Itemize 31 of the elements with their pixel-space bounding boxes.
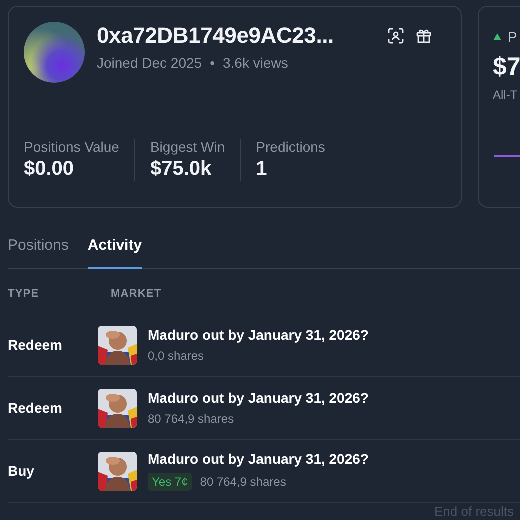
up-triangle-icon <box>493 33 502 41</box>
outcome-price: Yes 7¢ <box>148 473 192 491</box>
gift-icon[interactable] <box>416 28 432 44</box>
view-count: 3.6k views <box>222 55 288 71</box>
stat-value: $75.0k <box>150 158 213 181</box>
joined-date: Joined Dec 2025 <box>97 55 202 71</box>
pnl-value: $7 <box>493 53 520 82</box>
column-header: MARKET <box>111 288 163 300</box>
wallet-address: 0xa72DB1749e9AC23... <box>97 23 334 49</box>
pnl-sparkline <box>494 154 520 158</box>
stat-value: $0.00 <box>24 158 76 181</box>
stat-value: 1 <box>256 158 268 181</box>
share-count: 80 764,9 shares <box>200 475 286 489</box>
market-title[interactable]: Maduro out by January 31, 2026? <box>148 390 369 406</box>
stat-label: Biggest Win <box>150 139 226 155</box>
column-header: TYPE <box>8 288 40 300</box>
activity-type: Redeem <box>8 400 64 416</box>
share-count: 0,0 shares <box>148 349 204 363</box>
activity-type: Redeem <box>8 337 64 353</box>
pnl-title: P <box>508 29 518 45</box>
scan-face-icon[interactable] <box>388 28 404 44</box>
market-title[interactable]: Maduro out by January 31, 2026? <box>148 451 369 467</box>
activity-type: Buy <box>8 463 36 479</box>
stat-label: Predictions <box>256 139 326 155</box>
tab[interactable]: Activity <box>88 234 142 269</box>
stat-label: Positions Value <box>24 139 120 155</box>
period-label: All-T <box>493 88 519 102</box>
share-count: 80 764,9 shares <box>148 412 234 426</box>
separator-dot: • <box>210 55 215 71</box>
market-title[interactable]: Maduro out by January 31, 2026? <box>148 327 369 343</box>
tab[interactable]: Positions <box>8 234 69 269</box>
